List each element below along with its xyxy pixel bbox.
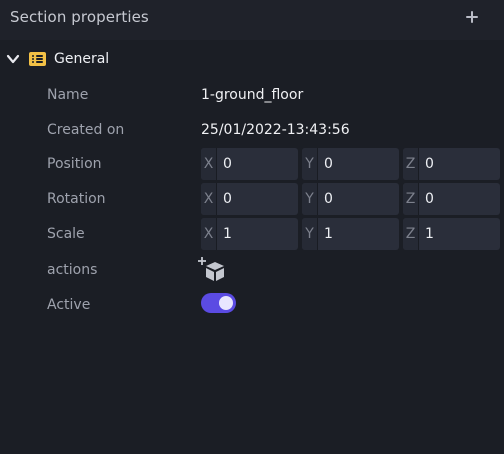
position-y-value: 0 [324,156,333,172]
rotation-x-field[interactable]: X 0 [201,183,298,215]
axis-y-label: Y [302,218,318,250]
rotation-y-field[interactable]: Y 0 [302,183,399,215]
position-z-value: 0 [425,156,434,172]
axis-z-label: Z [403,218,419,250]
position-z-field[interactable]: Z 0 [403,148,500,180]
axis-x-label: X [201,183,217,215]
scale-label: Scale [47,226,85,242]
row-actions: actions [0,254,504,286]
rotation-y-value: 0 [324,191,333,207]
row-name: Name 1-ground_floor [0,79,504,111]
axis-z-label: Z [403,183,419,215]
scale-y-field[interactable]: Y 1 [302,218,399,250]
rotation-x-value: 0 [223,191,232,207]
rotation-z-value: 0 [425,191,434,207]
position-label: Position [47,156,102,172]
rotation-z-field[interactable]: Z 0 [403,183,500,215]
panel-header: Section properties [0,0,504,40]
active-toggle[interactable] [201,293,236,313]
row-scale: Scale X 1 Y 1 Z 1 [0,217,504,250]
scale-x-value: 1 [223,226,232,242]
scale-z-value: 1 [425,226,434,242]
plus-icon[interactable] [464,8,482,26]
rotation-label: Rotation [47,191,106,207]
axis-y-label: Y [302,148,318,180]
scale-x-field[interactable]: X 1 [201,218,298,250]
row-position: Position X 0 Y 0 Z 0 [0,147,504,180]
row-active: Active [0,288,504,320]
position-x-field[interactable]: X 0 [201,148,298,180]
add-cube-icon[interactable] [197,255,229,285]
name-value[interactable]: 1-ground_floor [201,87,303,103]
list-icon [29,52,46,66]
row-rotation: Rotation X 0 Y 0 Z 0 [0,182,504,215]
active-label: Active [47,297,91,313]
axis-y-label: Y [302,183,318,215]
row-created-on: Created on 25/01/2022-13:43:56 [0,114,504,146]
toggle-knob [219,296,233,310]
section-general-header[interactable]: General [0,44,504,74]
created-on-value: 25/01/2022-13:43:56 [201,122,350,138]
section-title: General [54,51,110,67]
name-label: Name [47,87,89,103]
chevron-down-icon[interactable] [6,52,20,66]
position-y-field[interactable]: Y 0 [302,148,399,180]
position-x-value: 0 [223,156,232,172]
actions-label: actions [47,262,98,278]
created-on-label: Created on [47,122,125,138]
panel-title: Section properties [10,8,149,26]
axis-x-label: X [201,218,217,250]
axis-z-label: Z [403,148,419,180]
scale-z-field[interactable]: Z 1 [403,218,500,250]
scale-y-value: 1 [324,226,333,242]
axis-x-label: X [201,148,217,180]
